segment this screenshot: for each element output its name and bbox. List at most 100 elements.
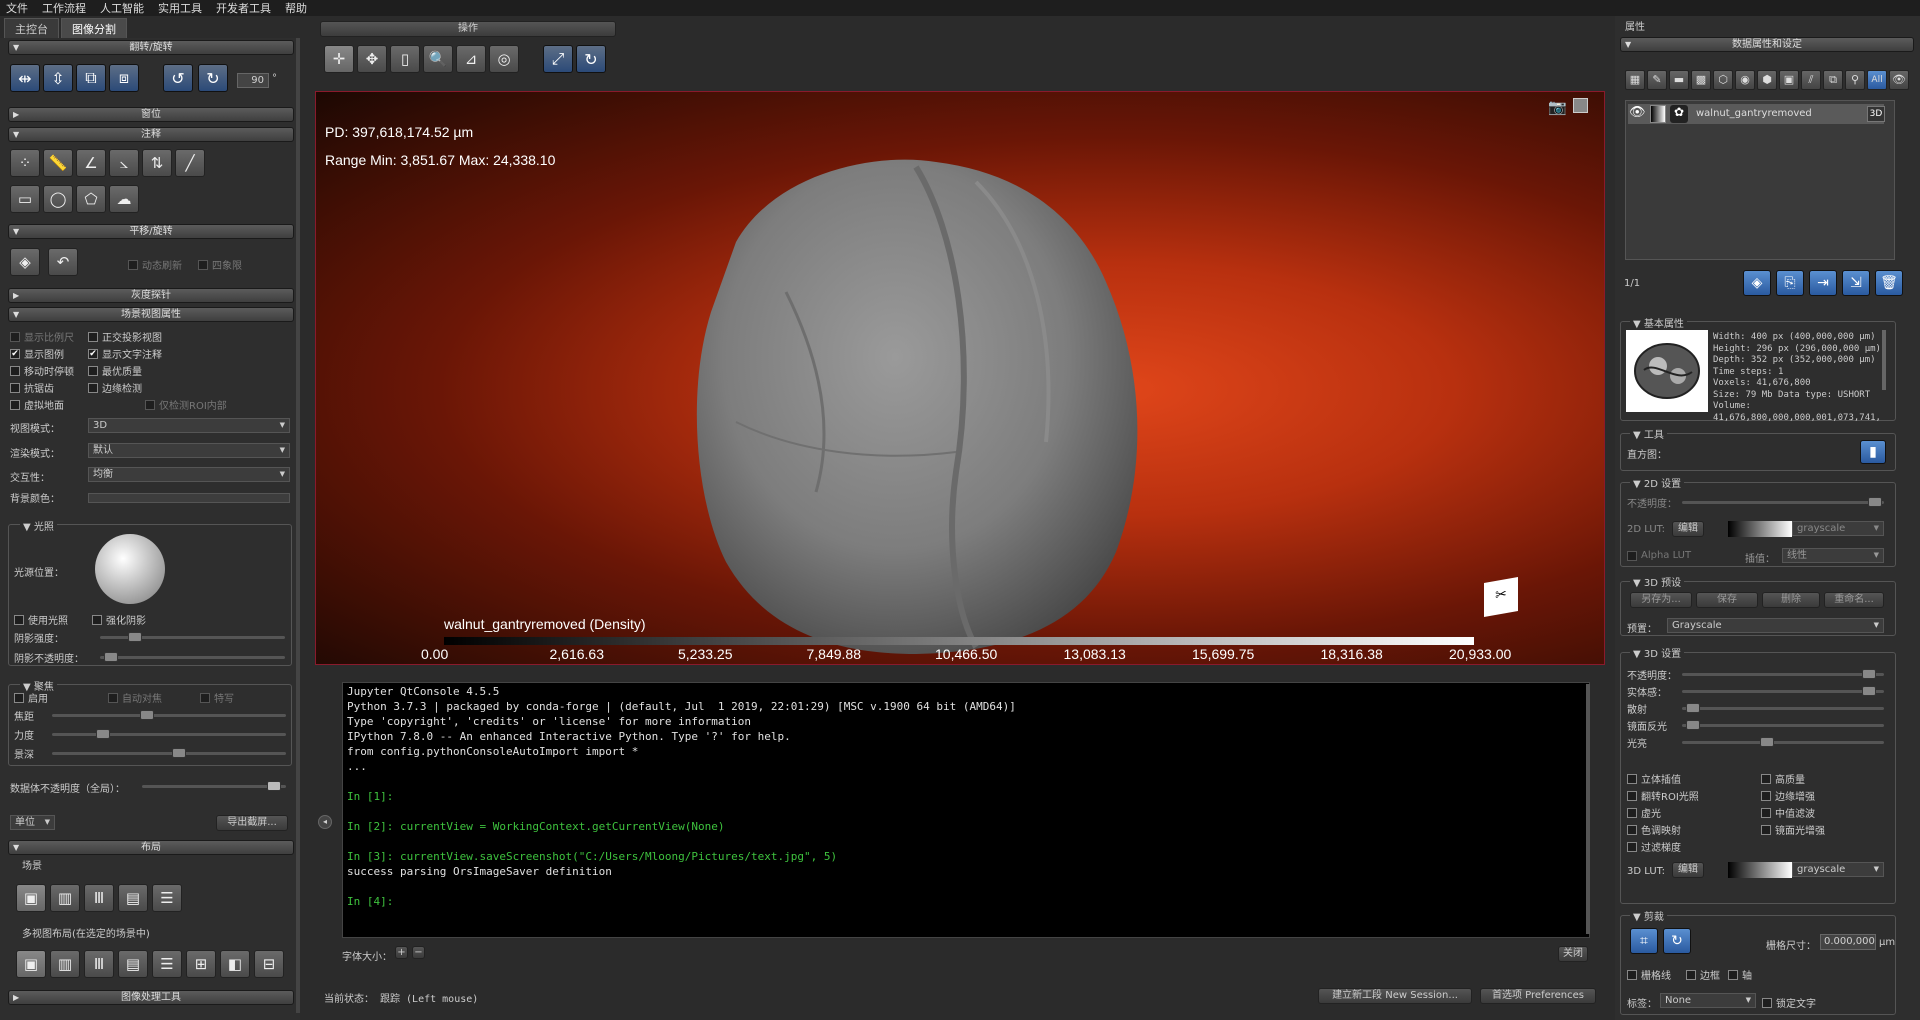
line-tool-icon[interactable]: ╱ (175, 149, 205, 177)
layout-two-row-icon[interactable]: ▤ (118, 884, 148, 912)
rectangle-roi-icon[interactable]: ▭ (10, 185, 40, 213)
multi-quad-icon[interactable]: ⊞ (186, 950, 216, 978)
scene-option-checkbox[interactable]: ✔ 显示图例 (10, 346, 64, 361)
console-collapse-icon[interactable]: ◂ (318, 815, 332, 829)
polygon-roi-icon[interactable]: ⬠ (76, 185, 106, 213)
auto-focus-checkbox[interactable]: 自动对焦 (108, 690, 162, 705)
section-gray-probe[interactable]: ▶ 灰度探针 (8, 288, 294, 303)
point-tool-icon[interactable]: ⁘ (10, 149, 40, 177)
crosshair-tool-icon[interactable]: ✛ (324, 45, 354, 73)
window-level-tool-icon[interactable]: ⊿ (456, 45, 486, 73)
view-mode-select[interactable]: 3D (88, 418, 290, 433)
menu-help[interactable]: 帮助 (285, 0, 307, 16)
section-image-tools[interactable]: ▶ 图像处理工具 (8, 990, 294, 1005)
settings-3d-checkbox[interactable]: 虚光 (1627, 805, 1661, 820)
maximize-icon[interactable] (1573, 98, 1588, 113)
clip-reset-icon[interactable]: ↻ (1663, 928, 1691, 954)
3d-viewport[interactable]: PD: 397,618,174.52 µm Range Min: 3,851.6… (315, 91, 1605, 665)
slider-knob[interactable] (267, 781, 281, 791)
multi-single-icon[interactable]: ▣ (16, 950, 46, 978)
reset-view-icon[interactable]: ↻ (576, 45, 606, 73)
slider-knob[interactable] (1868, 497, 1882, 507)
freehand-roi-icon[interactable]: ☁ (109, 185, 139, 213)
volume-filter-icon[interactable]: ⬢ (1757, 70, 1777, 90)
scene-option-checkbox[interactable]: 最优质量 (88, 363, 142, 378)
zoom-tool-icon[interactable]: 🔍 (423, 45, 453, 73)
settings-3d-checkbox[interactable]: 镜面光增强 (1761, 822, 1825, 837)
scene-option-checkbox[interactable]: 虚拟地面 (10, 397, 64, 412)
settings-3d-slider[interactable] (1682, 669, 1884, 679)
depth-of-field-slider[interactable] (52, 748, 286, 758)
table-filter-icon[interactable]: ▦ (1625, 70, 1645, 90)
lut-2d-select[interactable]: grayscale (1792, 521, 1884, 536)
layout-three-row-icon[interactable]: ☰ (152, 884, 182, 912)
undo-pan-icon[interactable]: ↶ (48, 248, 78, 276)
flip-depth-button[interactable]: ⧉ (76, 64, 106, 92)
settings-3d-slider[interactable] (1682, 720, 1884, 730)
export-data-icon[interactable]: ⇥ (1809, 270, 1837, 296)
rotate-angle-input[interactable]: 90 (237, 73, 269, 88)
preset-save-as-button[interactable]: 另存为... (1630, 592, 1692, 608)
section-flip-rotate[interactable]: ▼ 翻转/旋转 (8, 40, 294, 55)
grid-size-input[interactable]: 0.000,000 (1820, 934, 1876, 950)
console-close-button[interactable]: 关闭 (1558, 946, 1588, 962)
flip-vertical-button[interactable]: ⇳ (43, 64, 73, 92)
rotate-cw-button[interactable]: ↻ (198, 64, 228, 92)
bg-color-swatch[interactable] (88, 493, 290, 503)
settings-3d-checkbox[interactable]: 边缘增强 (1761, 788, 1815, 803)
alpha-lut-checkbox[interactable]: Alpha LUT (1627, 550, 1691, 561)
interp-select[interactable]: 线性 (1782, 548, 1884, 563)
slider-knob[interactable] (104, 652, 118, 662)
font-decrease-button[interactable]: − (412, 946, 425, 959)
slider-knob[interactable] (172, 748, 186, 758)
multi-three-col-icon[interactable]: Ⅲ (84, 950, 114, 978)
eye-filter-icon[interactable]: 👁 (1889, 70, 1909, 90)
global-opacity-slider[interactable] (142, 781, 286, 791)
settings-3d-checkbox[interactable]: 立体插值 (1627, 771, 1681, 786)
render-mode-select[interactable]: 默认 (88, 443, 290, 458)
scene-option-checkbox[interactable]: 正交投影视图 (88, 329, 162, 344)
slider-knob[interactable] (1686, 703, 1700, 713)
console-scrollbar[interactable] (1586, 684, 1590, 934)
scene-option-checkbox[interactable]: 显示比例尺 (10, 329, 74, 344)
new-session-button[interactable]: 建立新工段 New Session... (1318, 988, 1472, 1004)
caliper-tool-icon[interactable]: ⇅ (142, 149, 172, 177)
open-angle-tool-icon[interactable]: ⦣ (109, 149, 139, 177)
settings-3d-checkbox[interactable]: 过滤梯度 (1627, 839, 1681, 854)
interaction-select[interactable]: 均衡 (88, 467, 290, 482)
multi-one-plus-three-icon[interactable]: ⊟ (254, 950, 284, 978)
copy-data-icon[interactable]: ⎘ (1776, 270, 1804, 296)
ruler-tool-icon[interactable]: 📏 (43, 149, 73, 177)
font-increase-button[interactable]: + (395, 946, 408, 959)
settings-3d-checkbox[interactable]: 高质量 (1761, 771, 1805, 786)
point-filter-icon[interactable]: ⚲ (1845, 70, 1865, 90)
angle-tool-icon[interactable]: ∠ (76, 149, 106, 177)
slice-filter-icon[interactable]: ▬ (1669, 70, 1689, 90)
slider-knob[interactable] (1760, 737, 1774, 747)
multi-filter-icon[interactable]: ⧉ (1823, 70, 1843, 90)
settings-3d-slider[interactable] (1682, 686, 1884, 696)
preset-delete-button[interactable]: 删除 (1762, 592, 1820, 608)
lut-3d-edit-button[interactable]: 编辑 (1672, 862, 1704, 878)
histogram-icon[interactable]: ▮ (1860, 440, 1886, 464)
all-filter-icon[interactable]: All (1867, 70, 1887, 90)
preset-select[interactable]: Grayscale (1667, 618, 1884, 633)
force-slider[interactable] (52, 729, 286, 739)
clip-box-icon[interactable]: ⌗ (1630, 928, 1658, 954)
measure-filter-icon[interactable]: ✎ (1647, 70, 1667, 90)
section-pan-rotate[interactable]: ▼ 平移/旋转 (8, 224, 294, 239)
roi-filter-icon[interactable]: ◉ (1735, 70, 1755, 90)
scene-option-checkbox[interactable]: 仅检测ROI内部 (145, 397, 227, 412)
mesh-filter-icon[interactable]: ⬡ (1713, 70, 1733, 90)
ellipse-roi-icon[interactable]: ◯ (43, 185, 73, 213)
multi-one-plus-two-icon[interactable]: ◧ (220, 950, 250, 978)
multi-two-col-icon[interactable]: ▥ (50, 950, 80, 978)
light-position-sphere[interactable] (95, 534, 165, 604)
lock-text-checkbox[interactable]: 锁定文字 (1762, 995, 1816, 1010)
fit-view-icon[interactable]: ⤢ (543, 45, 573, 73)
scene-option-checkbox[interactable]: 边缘检测 (88, 380, 142, 395)
graph-filter-icon[interactable]: ⫽ (1801, 70, 1821, 90)
pan-mode-icon[interactable]: ◈ (10, 248, 40, 276)
slider-knob[interactable] (1686, 720, 1700, 730)
lut-2d-edit-button[interactable]: 编辑 (1672, 521, 1704, 537)
